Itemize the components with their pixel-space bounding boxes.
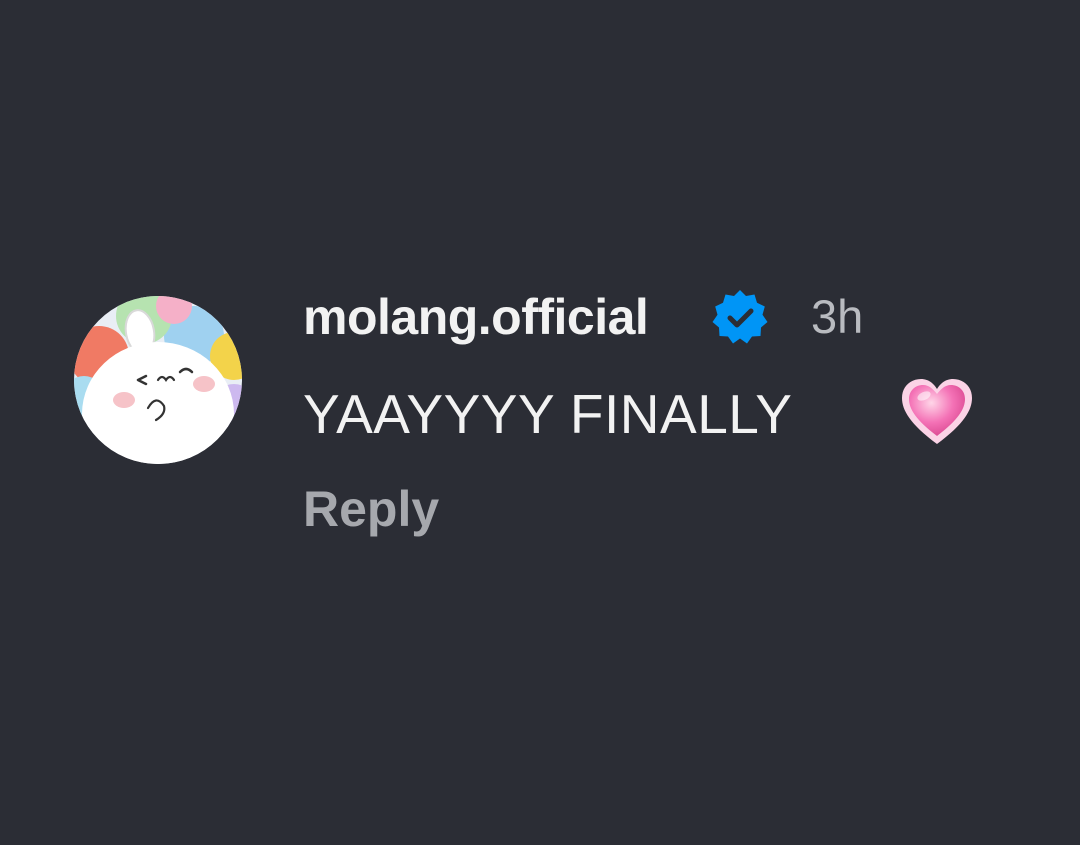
pink-heart-emoji-icon bbox=[898, 374, 976, 452]
molang-bunny-avatar-icon bbox=[74, 296, 242, 464]
comment-item: molang.official 3h YAAYYYY FINALLY Reply bbox=[0, 0, 1080, 845]
username[interactable]: molang.official bbox=[303, 286, 649, 348]
reply-button[interactable]: Reply bbox=[303, 478, 439, 540]
avatar[interactable] bbox=[74, 296, 242, 464]
comment-text: YAAYYYY FINALLY bbox=[303, 383, 793, 445]
timestamp: 3h bbox=[811, 290, 864, 343]
verified-badge-icon bbox=[709, 287, 771, 349]
